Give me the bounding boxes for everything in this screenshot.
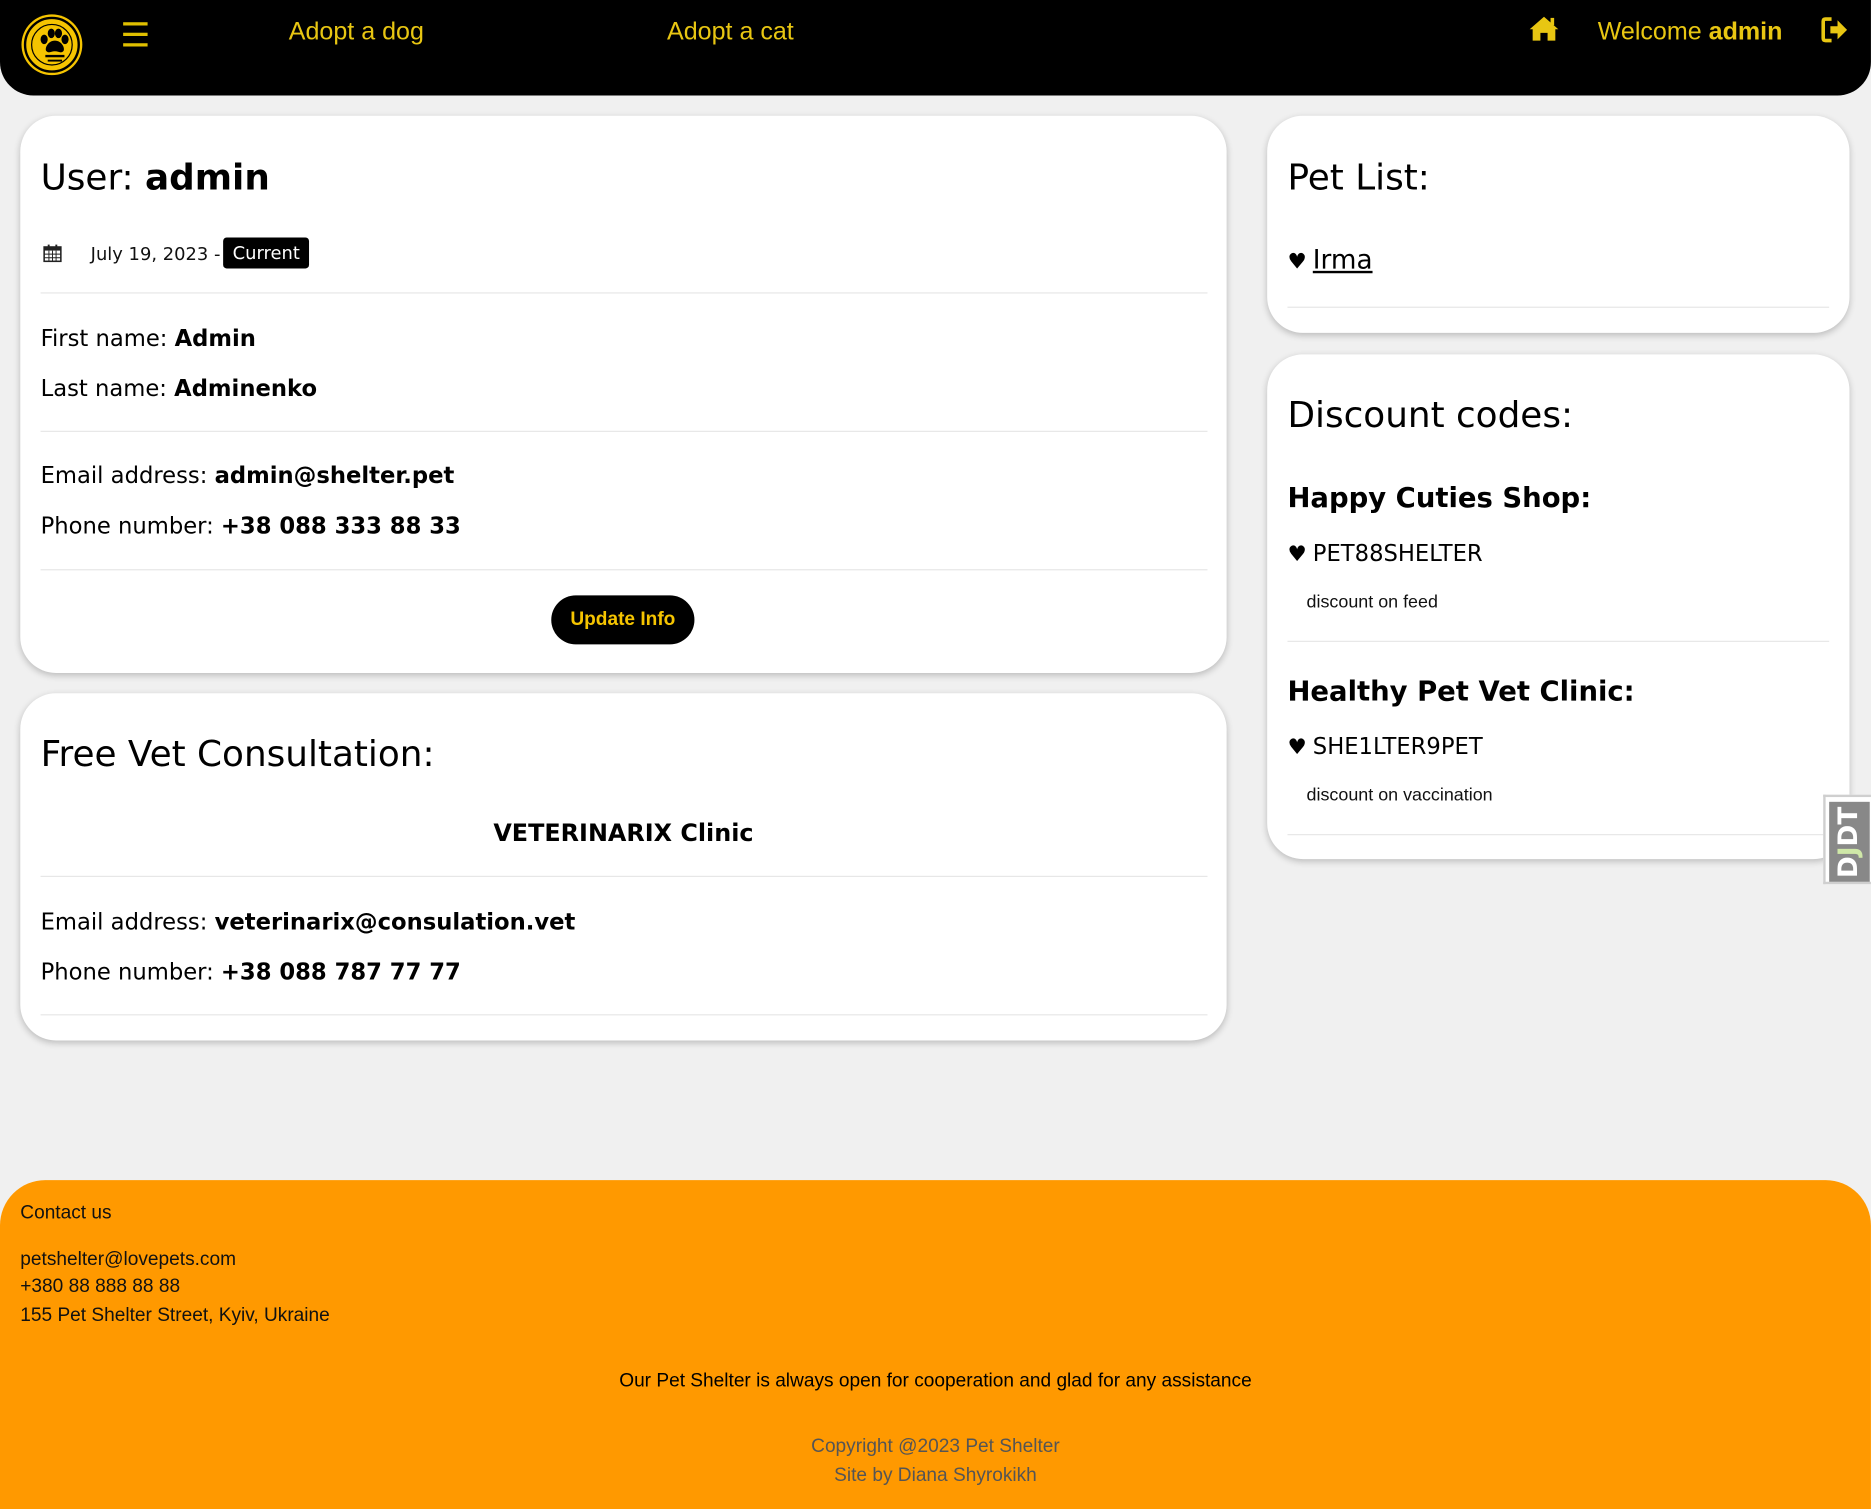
shop-name: Healthy Pet Vet Clinic: <box>1287 676 1635 708</box>
last-name-value: Adminenko <box>174 375 318 403</box>
heart-icon: ♥ <box>1287 735 1307 761</box>
vet-phone-row: Phone number: +38 088 787 77 77 <box>41 958 461 987</box>
user-title-username: admin <box>144 157 270 200</box>
pet-list-item: ♥ Irma <box>1287 245 1372 278</box>
footer-email[interactable]: petshelter@lovepets.com <box>20 1248 236 1272</box>
footer-address: 155 Pet Shelter Street, Kyiv, Ukraine <box>20 1305 330 1326</box>
user-title: User: admin <box>41 155 270 203</box>
footer: Contact us petshelter@lovepets.com +380 … <box>0 1180 1871 1509</box>
discount-code: PET88SHELTER <box>1312 540 1483 567</box>
footer-credit: Site by Diana Shyrokikh <box>834 1465 1037 1486</box>
pet-list-card: Pet List: ♥ Irma <box>1267 115 1850 333</box>
pet-link-irma[interactable]: Irma <box>1313 246 1373 276</box>
pet-list-title: Pet List: <box>1287 157 1430 200</box>
email-label: Email address: <box>40 462 215 490</box>
divider <box>1287 834 1830 836</box>
user-profile-card: User: admin July 19, 2023 - Current Firs… <box>20 115 1227 673</box>
discount-codes-card: Discount codes: Happy Cuties Shop: ♥ PET… <box>1267 354 1850 860</box>
divider <box>40 1014 1208 1016</box>
paw-icon <box>40 28 69 62</box>
discount-code-row: ♥ PET88SHELTER <box>1287 539 1482 569</box>
debug-toolbar-handle[interactable]: DJDT <box>1823 794 1871 885</box>
phone-value: +38 088 333 88 33 <box>220 513 461 540</box>
user-title-prefix: User: <box>40 157 145 200</box>
shop-name: Happy Cuties Shop: <box>1287 483 1592 515</box>
menu-icon[interactable]: ☰ <box>121 16 151 55</box>
welcome-prefix: Welcome <box>1597 17 1709 46</box>
welcome-username: admin <box>1708 17 1783 46</box>
phone-row: Phone number: +38 088 333 88 33 <box>41 512 461 541</box>
nav-adopt-cat[interactable]: Adopt a cat <box>667 17 794 48</box>
divider <box>40 875 1208 878</box>
debug-toolbar-label-dt: DT <box>1834 806 1865 846</box>
debug-toolbar-label-j: J <box>1834 845 1865 856</box>
debug-toolbar-label: DJDT <box>1835 806 1865 877</box>
discount-description: discount on vaccination <box>1306 785 1493 806</box>
heart-icon: ♥ <box>1287 541 1307 567</box>
first-name-value: Admin <box>174 325 256 352</box>
divider <box>1287 640 1830 642</box>
discount-description: discount on feed <box>1306 591 1438 613</box>
debug-toolbar-label-d: D <box>1834 855 1865 878</box>
calendar-icon <box>43 244 62 263</box>
debug-toolbar-handle-inner: DJDT <box>1829 801 1870 882</box>
discount-code: SHE1LTER9PET <box>1312 733 1483 761</box>
divider <box>1287 306 1830 308</box>
nav-adopt-dog[interactable]: Adopt a dog <box>289 17 424 48</box>
vet-email-label: Email address: <box>40 909 215 936</box>
heart-icon: ♥ <box>1287 249 1307 275</box>
discount-code-row: ♥ SHE1LTER9PET <box>1287 733 1482 763</box>
member-since-date: July 19, 2023 - <box>90 243 221 265</box>
footer-copyright: Copyright @2023 Pet Shelter <box>811 1436 1060 1457</box>
last-name-row: Last name: Adminenko <box>41 375 317 404</box>
last-name-label: Last name: <box>40 375 175 403</box>
vet-consultation-card: Free Vet Consultation: VETERINARIX Clini… <box>20 693 1227 1041</box>
logout-icon[interactable] <box>1821 17 1850 43</box>
first-name-label: First name: <box>40 325 175 352</box>
email-row: Email address: admin@shelter.pet <box>41 462 455 491</box>
divider <box>40 569 1208 571</box>
divider <box>40 292 1208 294</box>
footer-phone[interactable]: +380 88 888 88 88 <box>20 1276 180 1300</box>
phone-label: Phone number: <box>40 513 221 540</box>
home-icon[interactable] <box>1528 16 1559 42</box>
vet-email-row: Email address: veterinarix@consulation.v… <box>41 908 576 937</box>
email-value: admin@shelter.pet <box>214 462 455 490</box>
clinic-name: VETERINARIX Clinic <box>493 818 754 848</box>
page: ☰ Adopt a dog Adopt a cat Welcome admin … <box>0 0 1871 1509</box>
vet-email-value: veterinarix@consulation.vet <box>214 909 576 936</box>
status-badge: Current <box>223 237 310 269</box>
pet-shelter-logo[interactable] <box>23 16 80 73</box>
divider <box>40 430 1208 432</box>
discount-codes-title: Discount codes: <box>1287 394 1574 437</box>
update-info-button[interactable]: Update Info <box>551 595 695 645</box>
welcome-message: Welcome admin <box>1598 17 1783 48</box>
contact-heading: Contact us <box>20 1202 112 1224</box>
vet-phone-value: +38 088 787 77 77 <box>220 959 461 986</box>
navbar: ☰ Adopt a dog Adopt a cat Welcome admin <box>0 0 1871 96</box>
vet-card-title: Free Vet Consultation: <box>40 733 435 776</box>
vet-phone-label: Phone number: <box>40 959 221 986</box>
first-name-row: First name: Admin <box>41 325 256 354</box>
footer-tagline: Our Pet Shelter is always open for coope… <box>619 1370 1252 1392</box>
